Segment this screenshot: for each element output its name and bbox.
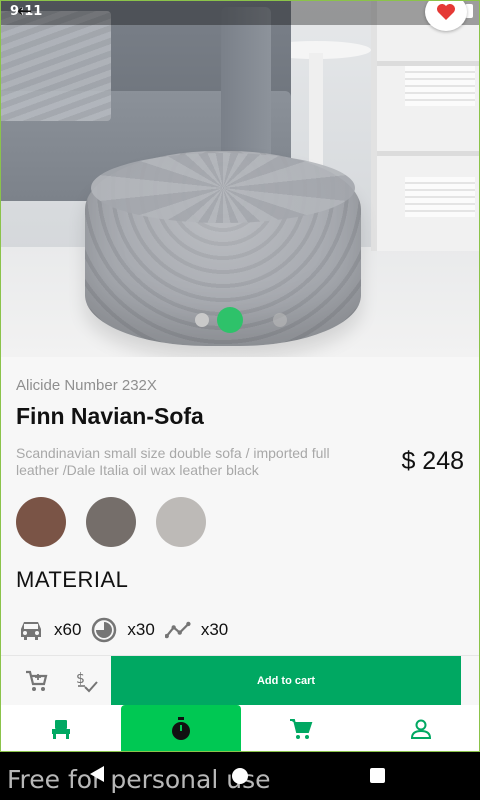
product-details: Alicide Number 232X Finn Navian-Sofa Sca…	[1, 357, 479, 655]
system-recents-icon[interactable]	[370, 768, 385, 783]
material-stats: x60 x30 x30	[18, 617, 238, 643]
trend-line-icon	[164, 617, 191, 643]
product-price: $ 248	[401, 447, 464, 475]
product-description: Scandinavian small size double sofa / im…	[16, 445, 330, 478]
chair-icon	[52, 720, 70, 739]
shopping-cart-icon	[26, 670, 48, 691]
app-screen: 9:11 ← Alicide Number 232X Finn Navian-S…	[0, 0, 480, 752]
stat-value: x30	[127, 620, 155, 639]
stat-item: x30	[91, 617, 155, 643]
status-bar: 9:11 ←	[1, 1, 479, 25]
heart-icon	[437, 4, 455, 20]
stat-value: x60	[54, 620, 82, 639]
pie-timer-icon	[91, 617, 117, 643]
svg-text:$: $	[76, 671, 85, 687]
product-title: Finn Navian-Sofa	[16, 403, 204, 429]
carousel-indicator	[1, 307, 479, 333]
carousel-dot-active[interactable]	[217, 307, 243, 333]
product-code: Alicide Number 232X	[16, 377, 157, 394]
cart-icon	[290, 719, 313, 739]
price-check-button[interactable]: $	[73, 668, 99, 694]
stopwatch-icon	[172, 717, 190, 740]
watermark-text: Free for personal use	[7, 765, 271, 794]
action-bar: $ Add to cart	[1, 655, 479, 706]
nav-tab-furniture[interactable]	[1, 705, 121, 751]
photo-shelf	[371, 1, 479, 251]
add-to-cart-button[interactable]: Add to cart	[111, 656, 461, 706]
color-swatch-taupe[interactable]	[86, 497, 136, 547]
price-check-icon: $	[76, 671, 98, 693]
nav-tab-cart[interactable]	[241, 705, 361, 751]
nav-tab-timer[interactable]	[121, 705, 241, 751]
car-icon	[18, 617, 44, 643]
stat-item: x60	[18, 617, 81, 643]
bottom-navigation	[1, 705, 479, 751]
color-swatch-brown[interactable]	[16, 497, 66, 547]
back-arrow-icon[interactable]: ←	[17, 1, 32, 22]
color-swatch-light-gray[interactable]	[156, 497, 206, 547]
color-swatches	[16, 497, 206, 547]
stat-value: x30	[200, 620, 229, 639]
carousel-dot[interactable]	[273, 313, 287, 327]
photo-throw-blanket	[1, 11, 111, 121]
add-cart-icon-button[interactable]	[23, 668, 49, 694]
material-heading: MATERIAL	[16, 567, 129, 592]
product-image-carousel[interactable]	[1, 1, 479, 357]
stat-item: x30	[164, 617, 229, 643]
carousel-dot[interactable]	[195, 313, 209, 327]
nav-tab-profile[interactable]	[361, 705, 479, 751]
profile-icon	[410, 719, 432, 739]
